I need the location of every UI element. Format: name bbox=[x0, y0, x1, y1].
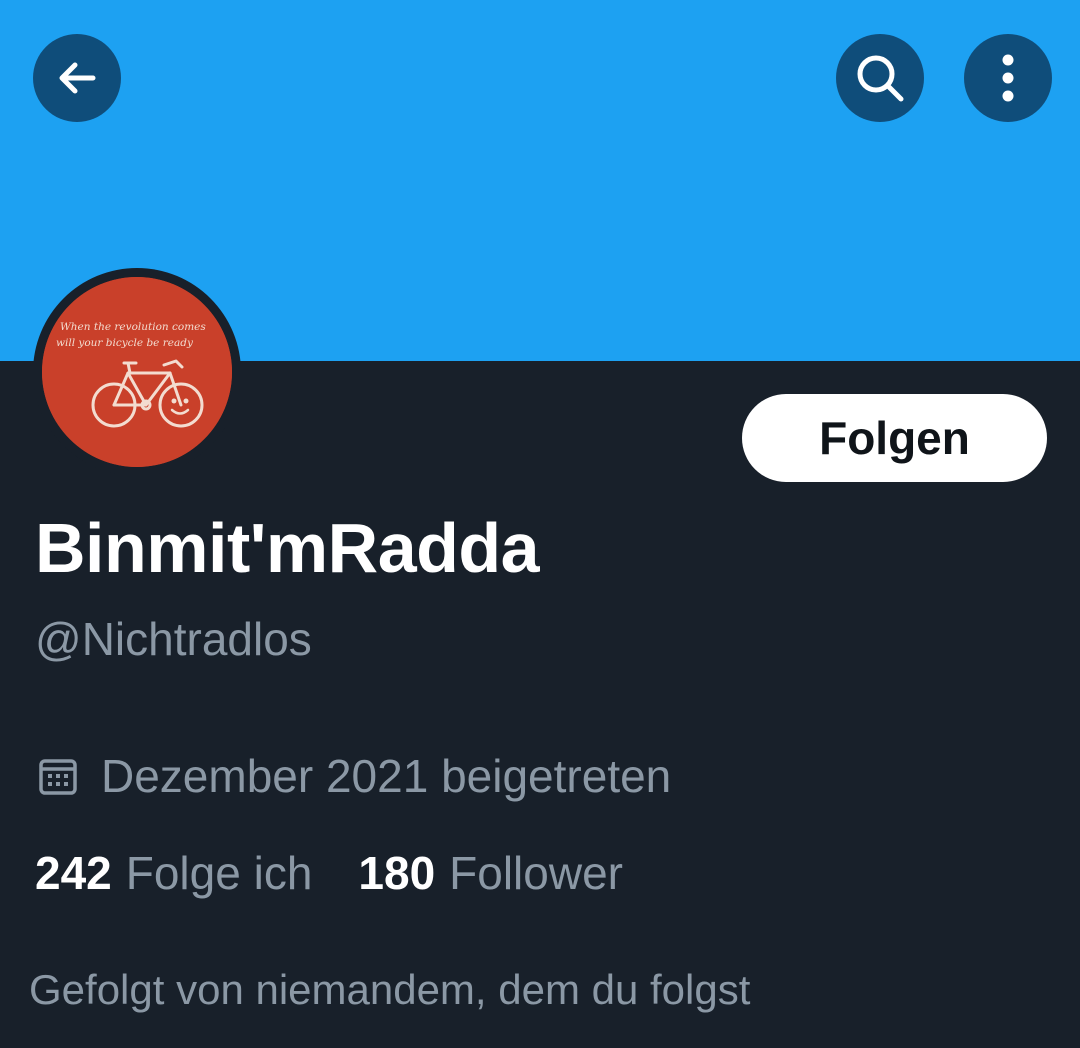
user-handle: @Nichtradlos bbox=[35, 613, 312, 665]
more-vertical-icon bbox=[1002, 54, 1014, 102]
follow-button[interactable]: Folgen bbox=[742, 394, 1047, 482]
profile-page: When the revolution comes will your bicy… bbox=[0, 0, 1080, 1048]
search-icon bbox=[857, 55, 904, 102]
joined-text: Dezember 2021 beigetreten bbox=[101, 750, 672, 802]
joined-date: Dezember 2021 beigetreten bbox=[37, 748, 671, 804]
avatar-text-line-2: will your bicycle be ready bbox=[56, 337, 194, 349]
following-count: 242 bbox=[35, 847, 112, 899]
followers-link[interactable]: 180 Follower bbox=[358, 846, 623, 900]
more-options-button[interactable] bbox=[964, 34, 1052, 122]
followed-by-text: Gefolgt von niemandem, dem du folgst bbox=[29, 966, 751, 1013]
arrow-left-icon bbox=[59, 62, 96, 94]
followers-label: Follower bbox=[449, 847, 623, 899]
calendar-icon bbox=[39, 759, 77, 795]
avatar[interactable]: When the revolution comes will your bicy… bbox=[33, 268, 241, 476]
back-button[interactable] bbox=[33, 34, 121, 122]
followers-count: 180 bbox=[358, 847, 436, 899]
following-link[interactable]: 242 Folge ich bbox=[35, 846, 312, 900]
bicycle-shirt-image: When the revolution comes will your bicy… bbox=[42, 277, 232, 467]
search-button[interactable] bbox=[836, 34, 924, 122]
display-name: Binmit'mRadda bbox=[35, 509, 540, 587]
following-label: Folge ich bbox=[125, 847, 313, 899]
follow-stats: 242 Folge ich 180 Follower bbox=[35, 846, 623, 900]
avatar-image: When the revolution comes will your bicy… bbox=[42, 277, 232, 467]
avatar-text-line-1: When the revolution comes bbox=[60, 321, 206, 333]
